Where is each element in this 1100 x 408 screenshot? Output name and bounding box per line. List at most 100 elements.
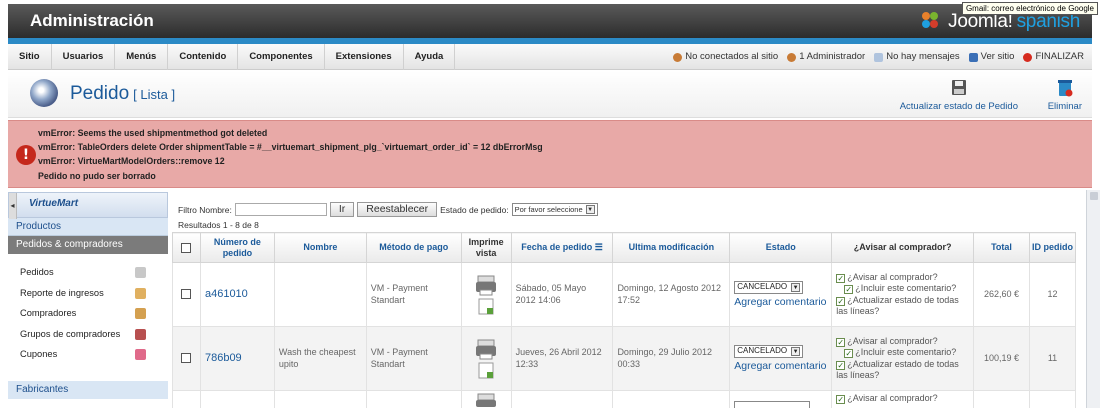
orders-icon [135,267,146,278]
filter-bar: Filtro Nombre: Ir Reestablecer Estado de… [178,202,598,217]
customers-icon [135,308,146,319]
print-icon[interactable] [475,275,497,315]
table-row: ✓ ¿Avisar al comprador? [172,390,1077,408]
page-subtitle: [ Lista ] [133,87,176,102]
main-menu: Sitio Usuarios Menús Contenido Component… [8,44,456,70]
print-icon[interactable] [475,393,497,407]
select-all-cell [172,232,201,263]
sidebar-section-products[interactable]: Productos [8,218,168,236]
menu-sitio[interactable]: Sitio [8,44,52,70]
error-line: vmError: Seems the used shipmentmethod g… [38,128,268,138]
status-filter-select[interactable]: Por favor seleccione ▼ [511,203,598,216]
order-id-link[interactable]: 11 [1028,326,1077,391]
error-line: vmError: VirtueMartModelOrders::remove 1… [38,156,225,166]
status-select[interactable] [734,401,811,408]
status-offline: No conectados al sitio [673,44,778,70]
print-icon[interactable] [475,339,497,379]
col-modified[interactable]: Ultima modificación [612,232,731,263]
status-messages[interactable]: No hay mensajes [874,44,960,70]
filter-name-input[interactable] [234,203,327,216]
sidebar-item-coupons[interactable]: Cupones [8,344,168,365]
orders-table: Número de pedido Nombre Método de pago I… [172,232,1077,408]
sidebar-item-revenue-report[interactable]: Reporte de ingresos [8,283,168,304]
app-title: Administración [30,11,154,30]
update-status-button[interactable]: Actualizar estado de Pedido [900,79,1018,112]
col-total[interactable]: Total [973,232,1030,263]
col-order-date[interactable]: Fecha de pedido ☰ [510,232,614,263]
sidebar-section-orders[interactable]: Pedidos & compradores [8,236,168,254]
row-select-cell [172,390,201,408]
payment-method [365,390,462,408]
payment-method: VM - Payment Standart [365,262,462,327]
status-cell [729,390,833,408]
col-id[interactable]: ID pedido [1028,232,1077,263]
delete-button[interactable]: Eliminar [1048,79,1082,112]
col-print: Imprime vista [460,232,512,263]
trash-icon [1057,80,1073,97]
row-checkbox[interactable] [181,289,192,300]
vertical-scrollbar[interactable] [1086,190,1100,408]
status-select[interactable]: CANCELADO ▼ [734,280,804,294]
logout-link[interactable]: FINALIZAR [1023,44,1084,70]
row-select-cell [172,326,201,391]
collapse-sidebar-button[interactable]: ◂ [9,193,17,219]
col-status[interactable]: Estado [729,232,833,263]
col-order-number[interactable]: Número de pedido [199,232,275,263]
col-notify: ¿Avisar al comprador? [831,232,975,263]
error-line: Pedido no pudo ser borrado [38,171,156,181]
order-number-link[interactable]: 786b09 [205,352,242,364]
sidebar-item-customers[interactable]: Compradores [8,303,168,324]
update-lines-checkbox[interactable]: ✓ [836,296,846,306]
view-site-link[interactable]: Ver sitio [968,44,1014,70]
status-select[interactable]: CANCELADO ▼ [734,344,804,358]
menu-contenido[interactable]: Contenido [168,44,239,70]
modified-date: Domingo, 29 Julio 2012 00:33 [612,326,731,391]
status-area: No conectados al sitio 1 Administrador N… [673,44,1084,70]
menu-extensiones[interactable]: Extensiones [325,44,404,70]
order-total [973,390,1030,408]
main-menu-bar: Sitio Usuarios Menús Contenido Component… [8,44,1092,70]
order-number-cell: 786b09 [199,326,275,391]
chevron-down-icon: ▼ [585,205,595,214]
chevron-down-icon: ▼ [791,346,801,356]
results-count: Resultados 1 - 8 de 8 [178,220,259,230]
menu-componentes[interactable]: Componentes [238,44,325,70]
include-comment-checkbox[interactable]: ✓ [844,285,854,295]
notify-cell: ✓ ¿Avisar al comprador? ✓ ¿Incluir este co… [831,326,975,391]
scrollbar-knob[interactable] [1090,192,1098,200]
sort-desc-icon: ☰ [594,242,603,253]
order-number-link[interactable]: a461010 [205,288,248,300]
messages-icon [874,52,884,62]
notify-checkbox[interactable]: ✓ [836,395,846,404]
order-id-link [1028,390,1077,408]
select-all-checkbox[interactable] [181,242,192,253]
sidebar-item-customer-groups[interactable]: Grupos de compradores [8,324,168,345]
row-checkbox[interactable] [181,353,192,364]
payment-method: VM - Payment Standart [365,326,462,391]
notify-checkbox[interactable]: ✓ [836,338,846,347]
print-cell [460,326,512,391]
menu-usuarios[interactable]: Usuarios [52,44,116,70]
sidebar-item-orders[interactable]: Pedidos [8,262,168,283]
include-comment-checkbox[interactable]: ✓ [844,349,854,359]
menu-ayuda[interactable]: Ayuda [404,44,456,70]
customer-name: Wash the cheapest upito [273,326,367,391]
add-comment-link[interactable]: Agregar comentario [734,296,827,308]
order-date: Jueves, 26 Abril 2012 12:33 [510,326,614,391]
order-date: Sábado, 05 Mayo 2012 14:06 [510,262,614,327]
update-lines-checkbox[interactable]: ✓ [836,360,846,370]
reset-button[interactable]: Reestablecer [357,202,438,217]
col-name[interactable]: Nombre [273,232,367,263]
notify-checkbox[interactable]: ✓ [836,274,846,283]
add-comment-link[interactable]: Agregar comentario [734,360,827,372]
order-id-link[interactable]: 12 [1028,262,1077,327]
virtuemart-sidebar: ◂ VirtueMart Productos Pedidos & comprad… [8,192,168,408]
col-payment[interactable]: Método de pago [365,232,462,263]
notify-cell: ✓ ¿Avisar al comprador? [831,390,975,408]
go-button[interactable]: Ir [329,202,355,217]
menu-menus[interactable]: Menús [115,44,169,70]
notify-option: ✓ ¿Avisar al comprador? [836,272,938,283]
filter-name-label: Filtro Nombre: [178,204,232,215]
sidebar-section-manufacturers[interactable]: Fabricantes [8,381,168,399]
admin-header: Administración Joomla! spanish [8,4,1092,38]
